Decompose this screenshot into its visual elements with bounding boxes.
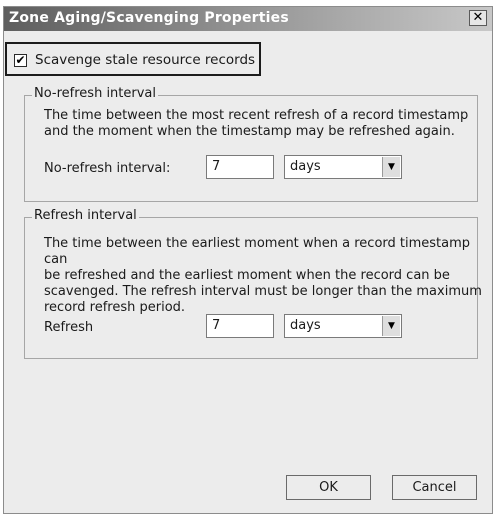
scavenge-checkbox[interactable]: ✔ (14, 54, 27, 67)
close-button[interactable]: ✕ (469, 10, 487, 26)
ok-button[interactable]: OK (286, 475, 371, 500)
title-bar: Zone Aging/Scavenging Properties ✕ (4, 7, 492, 31)
checkmark-icon: ✔ (15, 53, 26, 67)
chevron-down-icon: ▼ (388, 321, 395, 331)
chevron-down-icon: ▼ (388, 162, 395, 172)
dialog-title: Zone Aging/Scavenging Properties (9, 10, 289, 26)
close-icon: ✕ (472, 10, 484, 25)
no-refresh-field-label: No-refresh interval: (44, 161, 171, 176)
dropdown-button[interactable]: ▼ (382, 316, 400, 336)
description-line: The time between the earliest moment whe… (44, 236, 471, 267)
description-line: scavenged. The refresh interval must be … (44, 284, 482, 299)
no-refresh-value-input[interactable]: 7 (206, 155, 274, 179)
no-refresh-description: The time between the most recent refresh… (44, 108, 468, 140)
description-line: be refreshed and the earliest moment whe… (44, 268, 450, 283)
refresh-value-input[interactable]: 7 (206, 314, 274, 338)
no-refresh-unit-value: days (290, 159, 321, 174)
refresh-field-label: Refresh (44, 320, 94, 335)
no-refresh-unit-select[interactable]: days ▼ (284, 155, 402, 179)
no-refresh-group-title: No-refresh interval (32, 86, 159, 101)
description-line: and the moment when the timestamp may be… (44, 124, 455, 139)
refresh-description: The time between the earliest moment whe… (44, 236, 494, 316)
scavenge-checkbox-label[interactable]: Scavenge stale resource records (35, 52, 255, 68)
cancel-button[interactable]: Cancel (392, 475, 477, 500)
dropdown-button[interactable]: ▼ (382, 157, 400, 177)
description-line: The time between the most recent refresh… (44, 108, 469, 123)
refresh-unit-select[interactable]: days ▼ (284, 314, 402, 338)
refresh-group-title: Refresh interval (32, 208, 139, 223)
refresh-unit-value: days (290, 318, 321, 333)
